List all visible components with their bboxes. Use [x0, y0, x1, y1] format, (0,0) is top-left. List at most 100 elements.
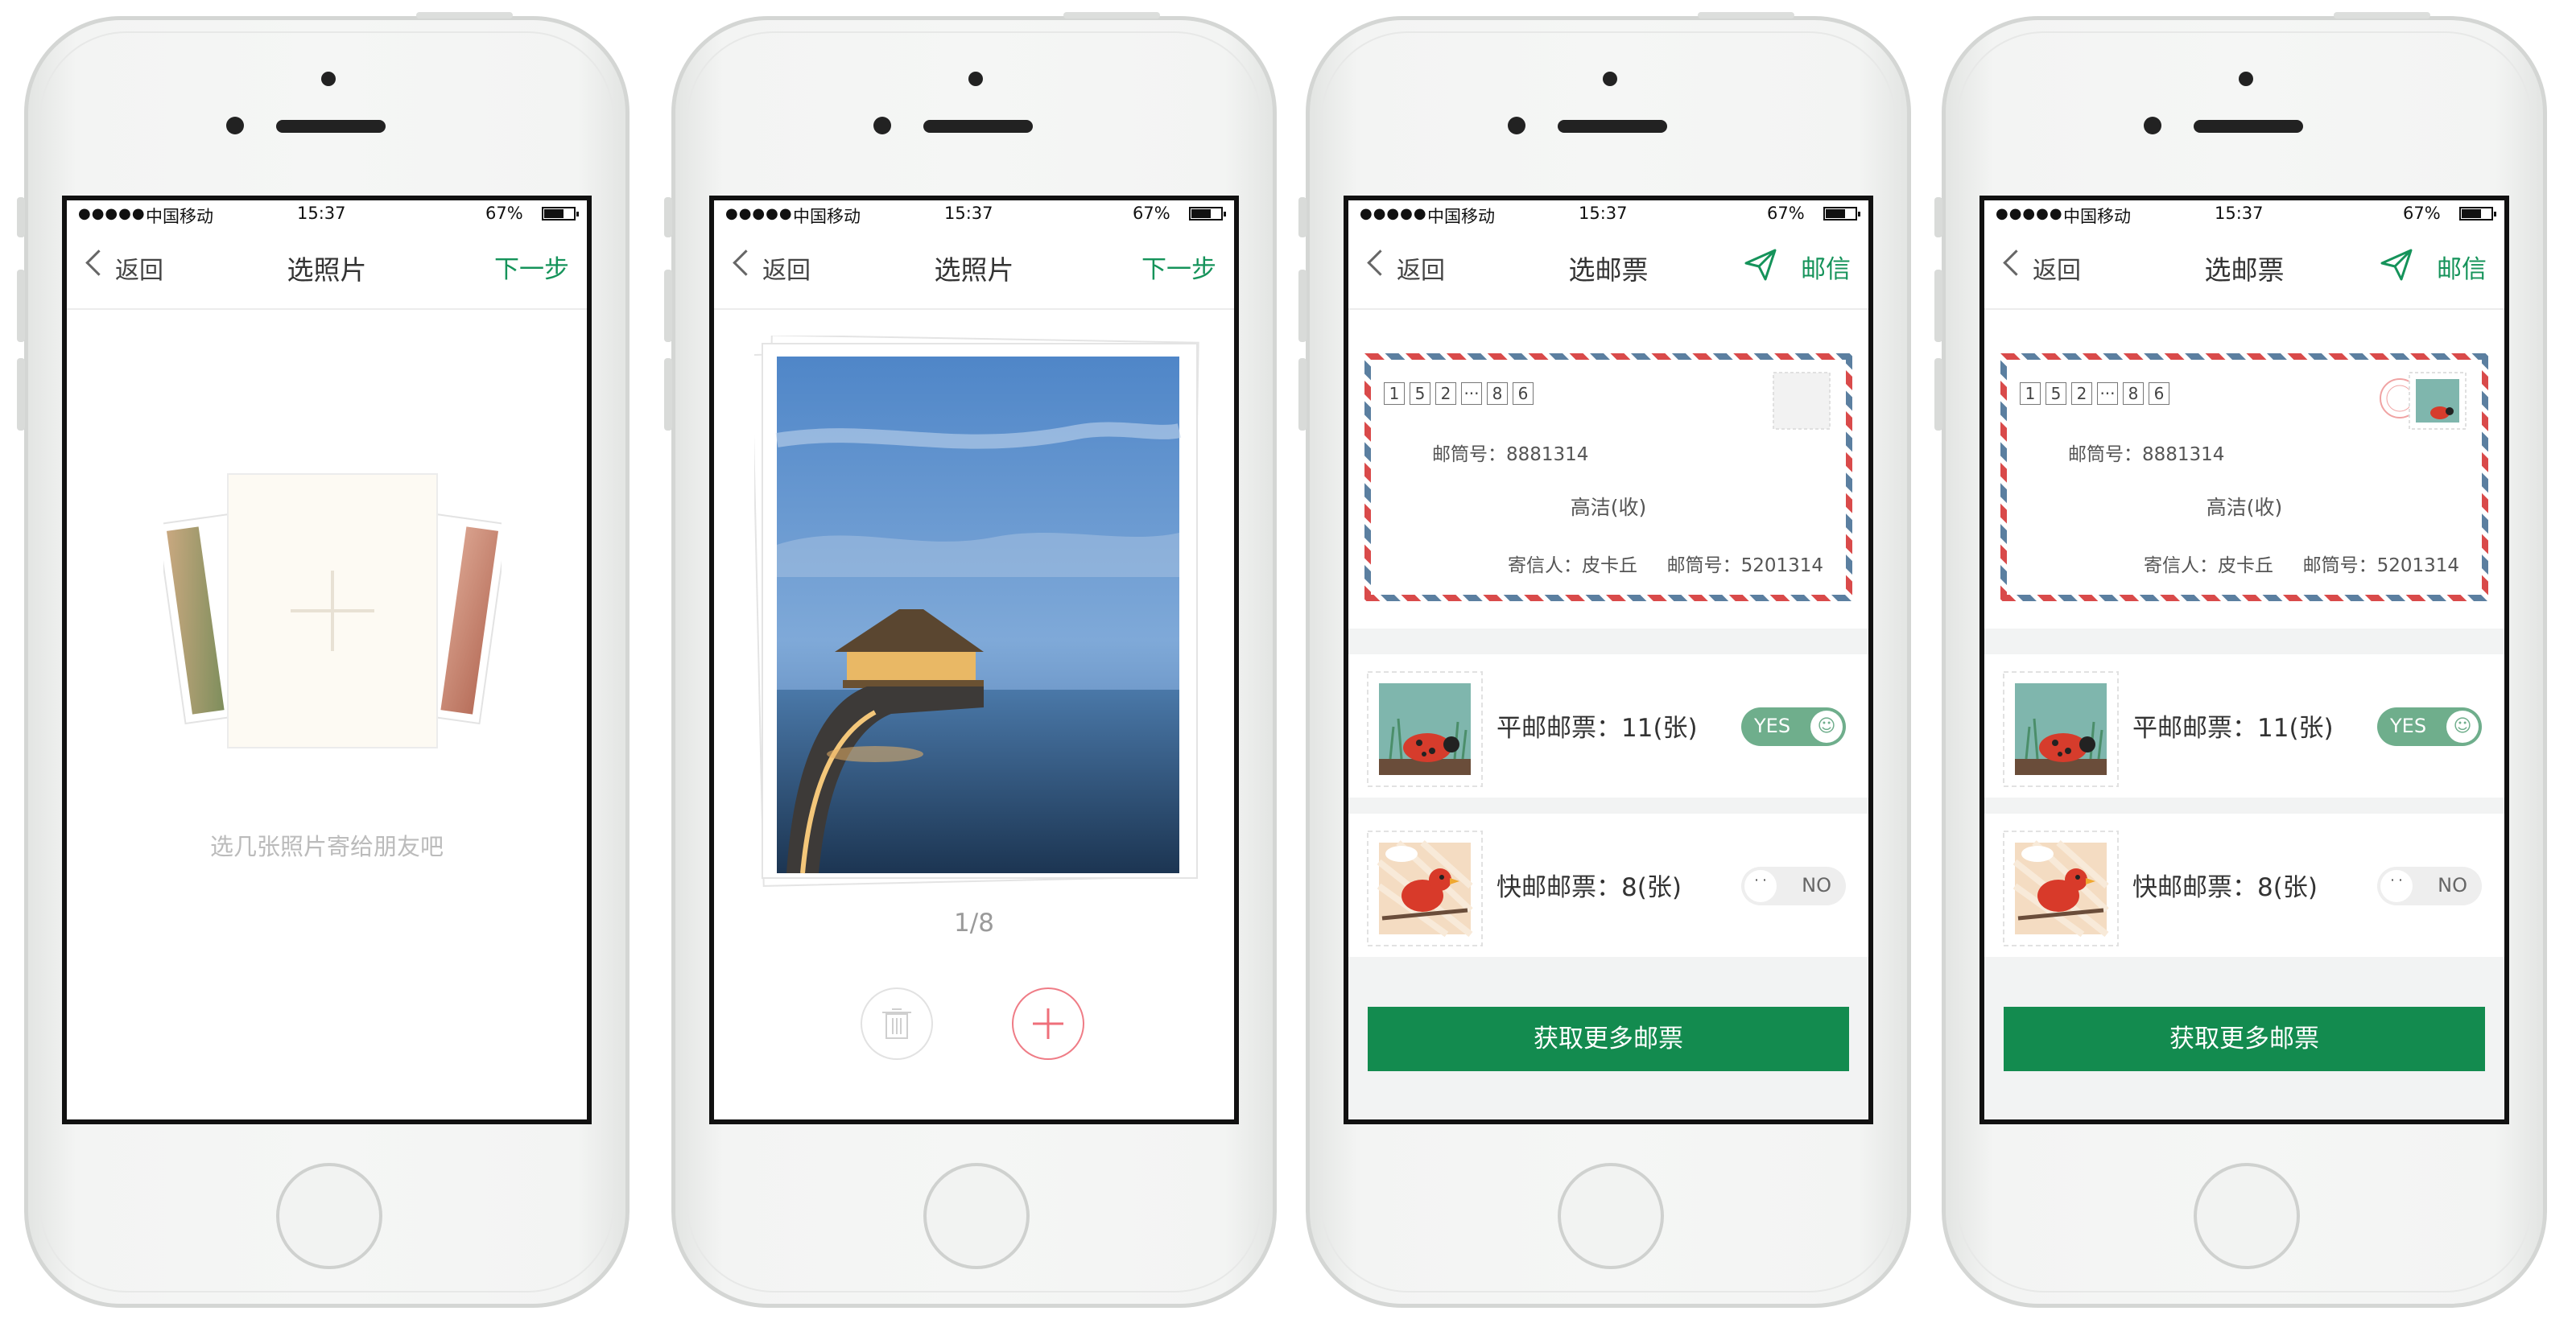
battery-icon [542, 207, 579, 221]
stamp-row[interactable]: 快邮邮票：8(张) ˙˙ NO [1984, 814, 2504, 957]
stamp-label: 快邮邮票：8(张) [1496, 873, 1682, 902]
toggle-label: YES [2390, 715, 2427, 737]
zip-digit: ··· [1461, 382, 1482, 405]
plus-icon [1033, 1008, 1063, 1039]
clock: 15:37 [944, 204, 993, 223]
screen-select-stamp: ●●●●● 中国移动 15:37 67% 返回 选邮票 邮信 1 5 2 ···… [1344, 196, 1873, 1124]
empty-hint: 选几张照片寄给朋友吧 [209, 833, 444, 860]
smiley-icon: ☺ [2446, 711, 2479, 743]
stamp-row[interactable]: 平邮邮票：11(张) YES ☺ [1984, 654, 2504, 798]
home-button[interactable] [276, 1163, 382, 1269]
stamp-row[interactable]: 平邮邮票：11(张) YES ☺ [1348, 654, 1868, 798]
battery-icon [1823, 207, 1860, 221]
paper-plane-icon[interactable] [1743, 247, 1778, 282]
front-camera [968, 72, 983, 86]
battery-percent: 67% [1767, 204, 1805, 223]
ladybug-stamp-icon [1367, 671, 1483, 787]
zip-code-boxes: 1 5 2 ··· 8 6 [2020, 382, 2169, 405]
status-bar: ●●●●● 中国移动 15:37 67% [67, 200, 587, 226]
selected-photo[interactable] [754, 336, 1205, 891]
clock: 15:37 [1579, 204, 1628, 223]
envelope-panel: 1 5 2 ··· 8 6 邮筒号：8881314 高洁(收) 寄信人：皮卡丘 … [1348, 310, 1868, 629]
toggle-no[interactable]: ˙˙ NO [2377, 867, 2482, 905]
recipient-name: 高洁(收) [1570, 496, 1647, 519]
signal-strength: ●●●●● [725, 205, 793, 222]
sender-info: 寄信人：皮卡丘 邮筒号：5201314 [2144, 550, 2459, 577]
next-step-button[interactable]: 下一步 [494, 249, 569, 285]
front-camera [321, 72, 336, 86]
sensor [873, 117, 891, 134]
ladybug-stamp-icon [2003, 671, 2119, 787]
nav-bar: 返回 选照片 下一步 [67, 225, 587, 310]
clock: 15:37 [297, 204, 346, 223]
zip-digit: 5 [2046, 382, 2066, 405]
phone-mockup-4: ●●●●● 中国移动 15:37 67% 返回 选邮票 邮信 1 5 2 ···… [1934, 12, 2547, 1308]
signal-strength: ●●●●● [1996, 205, 2063, 222]
add-photo-button[interactable] [1012, 987, 1084, 1060]
stamp-row[interactable]: 快邮邮票：8(张) ˙˙ NO [1348, 814, 1868, 957]
get-more-stamps-button[interactable]: 获取更多邮票 [1368, 1007, 1849, 1071]
delete-photo-button[interactable] [861, 987, 933, 1060]
next-step-button[interactable]: 下一步 [1141, 249, 1216, 285]
earpiece-speaker [2194, 120, 2303, 133]
battery-icon [2459, 207, 2496, 221]
phone-mockup-3: ●●●●● 中国移动 15:37 67% 返回 选邮票 邮信 1 5 2 ···… [1298, 12, 1911, 1308]
toggle-yes[interactable]: YES ☺ [2377, 707, 2482, 746]
toggle-no[interactable]: ˙˙ NO [1741, 867, 1846, 905]
status-bar: ●●●●● 中国移动 15:37 67% [1348, 200, 1868, 226]
trash-icon [882, 1008, 911, 1039]
sensor [2144, 117, 2161, 134]
page-title: 选邮票 [1568, 254, 1649, 286]
recipient-mailbox: 邮筒号：8881314 [1432, 444, 1589, 465]
sensor [226, 117, 244, 134]
envelope-panel: 1 5 2 ··· 8 6 邮筒号：8881314 高洁(收) 寄信人：皮卡丘 … [1984, 310, 2504, 629]
battery-percent: 67% [485, 204, 523, 223]
battery-percent: 67% [1133, 204, 1170, 223]
front-camera [2239, 72, 2253, 86]
page-counter: 1/8 [954, 909, 994, 938]
earpiece-speaker [276, 120, 386, 133]
bird-stamp-icon [2003, 831, 2119, 946]
zip-code-boxes: 1 5 2 ··· 8 6 [1384, 382, 1534, 405]
zip-digit: 1 [2020, 382, 2041, 405]
bird-stamp-icon [1367, 831, 1483, 946]
status-bar: ●●●●● 中国移动 15:37 67% [1984, 200, 2504, 226]
signal-strength: ●●●●● [78, 205, 146, 222]
battery-percent: 67% [2403, 204, 2441, 223]
stamp-slot-empty [1773, 372, 1831, 430]
battery-icon [1189, 207, 1226, 221]
stamp-label: 平邮邮票：11(张) [1496, 714, 1698, 743]
zip-digit: 5 [1410, 382, 1430, 405]
sender-mailbox: 邮筒号：5201314 [2302, 555, 2459, 576]
sender-mailbox: 邮筒号：5201314 [1666, 555, 1823, 576]
zip-digit: 2 [2071, 382, 2092, 405]
home-button[interactable] [1558, 1163, 1664, 1269]
screen-select-photo-empty: ●●●●● 中国移动 15:37 67% 返回 选照片 下一步 选几张照片寄给朋… [62, 196, 592, 1124]
sender-info: 寄信人：皮卡丘 邮筒号：5201314 [1508, 550, 1823, 577]
phone-mockup-2: ●●●●● 中国移动 15:37 67% 返回 选照片 下一步 1/8 [664, 12, 1277, 1308]
neutral-face-icon: ˙˙ [2380, 870, 2413, 902]
nav-bar: 返回 选邮票 邮信 [1984, 225, 2504, 310]
front-camera [1603, 72, 1617, 86]
photo-stack-placeholder[interactable] [163, 466, 502, 764]
applied-stamp [2409, 372, 2467, 430]
send-letter-button[interactable]: 邮信 [1801, 249, 1851, 285]
nav-bar: 返回 选照片 下一步 [714, 225, 1234, 310]
zip-digit: 1 [1384, 382, 1405, 405]
toggle-label: NO [1802, 874, 1831, 897]
send-letter-button[interactable]: 邮信 [2437, 249, 2487, 285]
toggle-label: YES [1754, 715, 1791, 737]
page-title: 选邮票 [2204, 254, 2285, 286]
toggle-label: NO [2438, 874, 2467, 897]
recipient-mailbox: 邮筒号：8881314 [2068, 444, 2225, 465]
sender-name: 寄信人：皮卡丘 [2143, 555, 2273, 576]
paper-plane-icon[interactable] [2379, 247, 2414, 282]
zip-digit: 6 [1513, 382, 1534, 405]
clock: 15:37 [2215, 204, 2264, 223]
screen-select-stamp-applied: ●●●●● 中国移动 15:37 67% 返回 选邮票 邮信 1 5 2 ···… [1979, 196, 2509, 1124]
home-button[interactable] [923, 1163, 1030, 1269]
get-more-stamps-button[interactable]: 获取更多邮票 [2004, 1007, 2485, 1071]
home-button[interactable] [2194, 1163, 2300, 1269]
earpiece-speaker [923, 120, 1033, 133]
toggle-yes[interactable]: YES ☺ [1741, 707, 1846, 746]
